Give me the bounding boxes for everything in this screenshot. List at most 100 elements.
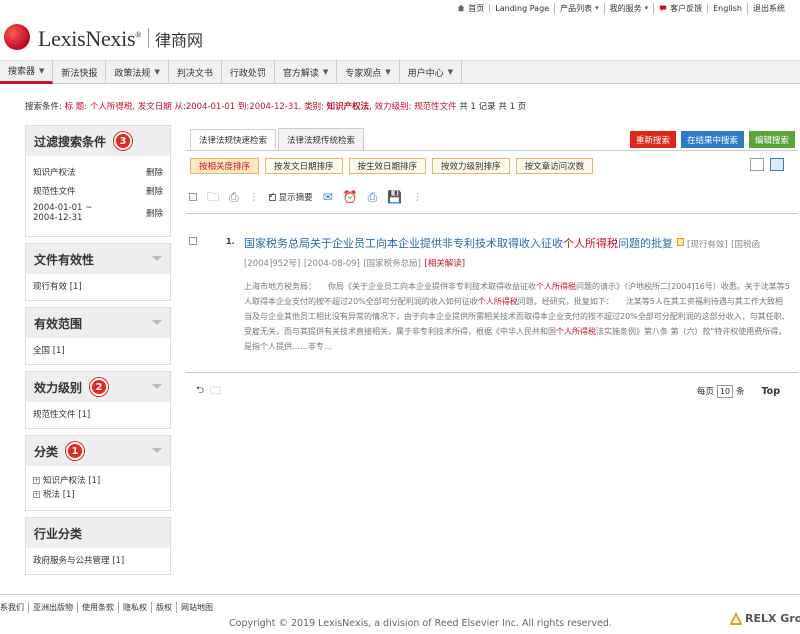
tab-quick-search[interactable]: 法律法规快速检索 <box>190 129 277 151</box>
sort-issue-date-button[interactable]: 按发文日期排序 <box>265 158 343 174</box>
industry-panel: 行业分类 政府服务与公共管理 [1] <box>25 517 171 575</box>
edit-search-button[interactable]: 编辑搜索 <box>748 131 795 148</box>
panel-header[interactable]: 文件有效性 <box>26 244 170 274</box>
collapse-icon[interactable] <box>152 256 162 261</box>
email-icon[interactable]: ✉ <box>323 191 333 203</box>
filter-conditions-panel: 过滤搜索条件 3 知识产权法 删除 规范性文件 删除 2004-01-01 ~ 200… <box>25 125 171 237</box>
tab-traditional-search[interactable]: 法律法规传统检索 <box>278 128 365 150</box>
home-icon <box>458 4 465 12</box>
toplink-english[interactable]: English <box>707 3 747 13</box>
delete-filter-link[interactable]: 删除 <box>146 166 163 178</box>
toplink-my-services[interactable]: 我的服务 ▾ <box>603 2 654 14</box>
panel-header[interactable]: 行业分类 <box>26 518 170 548</box>
panel-header[interactable]: 有效范围 <box>26 308 170 338</box>
folder-icon[interactable]: 🗀 <box>210 382 221 401</box>
footer-link[interactable]: 隐私权 <box>118 602 151 613</box>
relx-logo[interactable]: RELX Grou <box>730 612 800 625</box>
summary-checkbox[interactable] <box>268 191 276 201</box>
footer-link[interactable]: 版权 <box>151 602 176 613</box>
collapse-icon[interactable] <box>152 320 162 325</box>
result-title[interactable]: 国家税务总局关于企业员工向本企业提供非专利技术取得收入征收个人所得税问题的批复 … <box>244 235 792 273</box>
nav-item-search[interactable]: 搜索器 ▼ <box>0 60 54 84</box>
show-summary-toggle[interactable]: 显示摘要 <box>268 191 313 203</box>
sort-bar: 按相关度排序 按发文日期排序 按生效日期排序 按效力级别排序 按文章访问次数 <box>190 158 594 174</box>
document-icon <box>676 238 684 246</box>
footer-link[interactable]: 使用条款 <box>77 602 118 613</box>
panel-header[interactable]: 效力级别 2 <box>26 372 170 402</box>
pagination-bar: ⮌ 🗀 每页 10 条 Top <box>186 381 798 401</box>
expand-icon[interactable]: + <box>33 490 40 498</box>
sort-level-button[interactable]: 按效力级别排序 <box>432 158 510 174</box>
download-icon[interactable]: 💾 <box>387 191 402 203</box>
panel-header[interactable]: 分类 1 <box>26 436 170 466</box>
select-all-checkbox[interactable] <box>189 193 197 201</box>
divider <box>0 594 800 595</box>
facet-link[interactable]: 现行有效 [1] <box>33 280 163 292</box>
toplink-logout[interactable]: 退出系统 <box>747 2 790 14</box>
footer-link[interactable]: 系我们 <box>0 602 28 613</box>
alert-clock-icon[interactable]: ⏰ <box>343 191 358 203</box>
related-interpretation-link[interactable]: [相关解读] <box>424 259 465 269</box>
facet-link[interactable]: 规范性文件 [1] <box>33 408 163 420</box>
new-search-button[interactable]: 重新搜索 <box>629 131 676 148</box>
tree-item[interactable]: + 税法 [1] <box>33 488 163 500</box>
step-badge: 1 <box>66 442 85 460</box>
back-arrow-icon[interactable]: ⮌ <box>196 383 204 400</box>
sort-relevance-button[interactable]: 按相关度排序 <box>190 158 260 174</box>
result-checkbox[interactable] <box>189 237 197 245</box>
collapse-icon[interactable] <box>152 448 162 453</box>
action-buttons: 重新搜索 在结果中搜索 编辑搜索 <box>629 131 795 148</box>
nav-item-official[interactable]: 官方解读 ▼ <box>275 60 338 84</box>
delete-filter-link[interactable]: 删除 <box>146 207 163 219</box>
footer-link[interactable]: 亚洲出版物 <box>28 602 77 613</box>
top-links: 首页 Landing Page 产品列表 ▾ 我的服务 ▾ 客户反馈 English… <box>452 2 790 14</box>
list-view-icon[interactable] <box>750 158 764 171</box>
divider <box>186 150 798 151</box>
search-tabs: 法律法规快速检索 法律法规传统检索 <box>190 128 366 151</box>
delete-filter-link[interactable]: 删除 <box>146 185 163 197</box>
sort-visits-button[interactable]: 按文章访问次数 <box>515 158 594 174</box>
footer-links: 系我们 亚洲出版物 使用条款 隐私权 版权 网站地图 <box>0 602 217 613</box>
per-page-input[interactable]: 10 <box>716 384 733 398</box>
level-panel: 效力级别 2 规范性文件 [1] <box>25 371 171 429</box>
facet-link[interactable]: 全国 [1] <box>33 344 163 356</box>
back-to-top-link[interactable]: Top <box>761 386 780 397</box>
lexisnexis-logo-icon[interactable] <box>4 24 30 50</box>
separator-icon: ⋮ <box>248 191 259 203</box>
nav-item-penalties[interactable]: 行政处罚 <box>222 60 275 84</box>
scope-panel: 有效范围 全国 [1] <box>25 307 171 365</box>
result-snippet: 上海市地方税务局： 你局《关于企业员工向本企业提供非专利技术取得收益征收个人所得… <box>244 282 790 351</box>
nav-item-new-law[interactable]: 新法快报 <box>53 60 107 84</box>
footer-link[interactable]: 网站地图 <box>176 602 217 613</box>
panel-header: 过滤搜索条件 3 <box>26 126 170 156</box>
nav-item-user-center[interactable]: 用户中心 ▼ <box>400 60 463 84</box>
main-nav: 搜索器 ▼ 新法快报 政策法规 ▼ 判决文书 行政处罚 官方解读 ▼ 专家观点 ▼ 用户… <box>0 60 800 84</box>
toplink-feedback[interactable]: 客户反馈 <box>653 2 707 14</box>
print-icon[interactable]: ⎙ <box>368 191 378 203</box>
chat-icon <box>659 5 667 12</box>
toplink-home[interactable]: 首页 <box>452 3 489 14</box>
search-in-results-button[interactable]: 在结果中搜索 <box>680 131 744 148</box>
detail-view-icon[interactable] <box>770 158 784 171</box>
nav-item-policy[interactable]: 政策法规 ▼ <box>106 60 169 84</box>
save-doc-icon[interactable]: ⎙ <box>229 191 239 203</box>
nav-item-judgments[interactable]: 判决文书 <box>169 60 222 84</box>
divider <box>186 213 798 214</box>
expand-icon[interactable]: + <box>33 476 40 484</box>
copyright: Copyright © 2019 LexisNexis, a division … <box>229 618 612 629</box>
filter-row: 2004-01-01 ~ 2004-12-31 删除 <box>33 203 163 223</box>
header: LexisNexis® 律商网 <box>0 16 800 58</box>
tree-item[interactable]: + 知识产权法 [1] <box>33 474 163 486</box>
folder-icon[interactable]: 🗀 <box>207 191 219 203</box>
toplink-products[interactable]: 产品列表 ▾ <box>554 2 604 14</box>
filter-row: 规范性文件 删除 <box>33 185 163 197</box>
relx-logo-icon <box>730 612 742 625</box>
nav-item-expert[interactable]: 专家观点 ▼ <box>337 60 400 84</box>
sort-effective-date-button[interactable]: 按生效日期排序 <box>348 158 427 174</box>
facet-link[interactable]: 政府服务与公共管理 [1] <box>33 554 163 566</box>
brand-name[interactable]: LexisNexis® <box>38 26 141 52</box>
toplink-landing-page[interactable]: Landing Page <box>489 3 554 13</box>
step-badge: 3 <box>114 132 133 150</box>
logo-divider <box>148 28 149 48</box>
collapse-icon[interactable] <box>152 384 162 389</box>
